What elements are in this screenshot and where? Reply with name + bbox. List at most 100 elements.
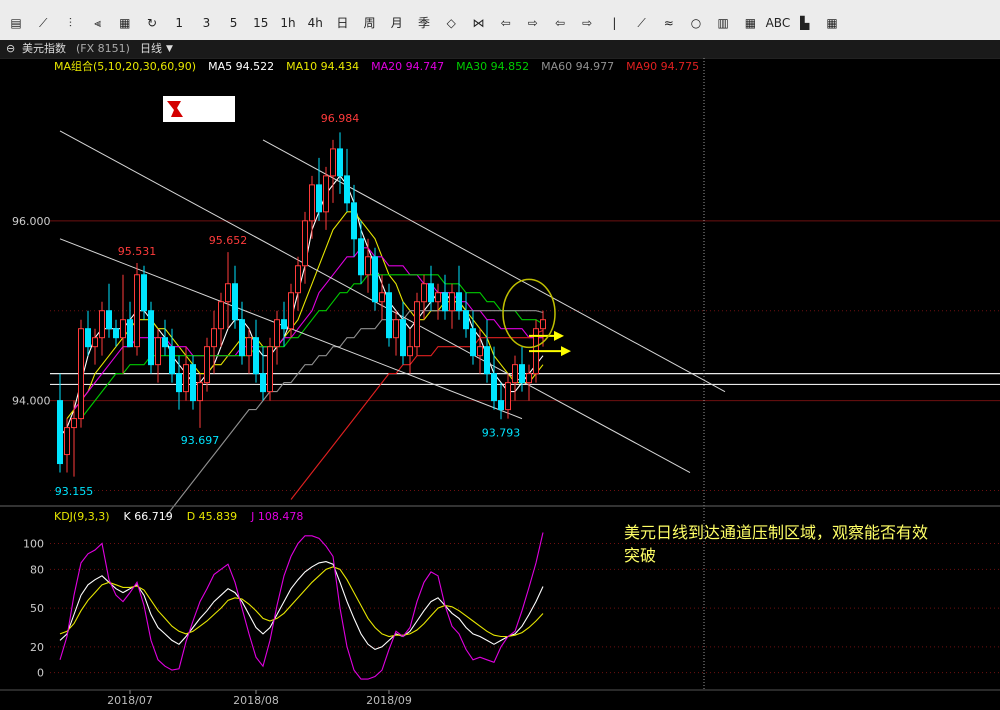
toolbar-period-周[interactable]: 周 bbox=[358, 0, 382, 40]
candle-body[interactable] bbox=[85, 328, 91, 348]
candle-body[interactable] bbox=[442, 292, 448, 312]
histogram-icon[interactable]: ▙ bbox=[793, 0, 817, 40]
toolbar-period-季[interactable]: 季 bbox=[412, 0, 436, 40]
toolbar-period-日[interactable]: 日 bbox=[330, 0, 354, 40]
line-chart-icon[interactable]: ⟋ bbox=[31, 0, 55, 40]
candle-body[interactable] bbox=[393, 319, 399, 339]
candle-body[interactable] bbox=[141, 274, 147, 312]
candle-body[interactable] bbox=[127, 319, 133, 348]
candle-body[interactable] bbox=[113, 328, 119, 339]
candle-body[interactable] bbox=[71, 418, 77, 429]
candle-body[interactable] bbox=[428, 283, 434, 303]
candle-body[interactable] bbox=[162, 337, 168, 348]
grid-icon[interactable]: ▦ bbox=[738, 0, 762, 40]
candle-body[interactable] bbox=[204, 346, 210, 384]
chart-area[interactable]: 94.000 96.000 96.984 95.531 95.652 93.697 93.7… bbox=[0, 58, 1000, 710]
candle-body[interactable] bbox=[92, 337, 98, 348]
candle-body[interactable] bbox=[134, 274, 140, 348]
candle-body[interactable] bbox=[211, 328, 217, 348]
candle-body[interactable] bbox=[491, 373, 497, 402]
candle-body[interactable] bbox=[470, 328, 476, 357]
candle-body[interactable] bbox=[484, 346, 490, 375]
candle-body[interactable] bbox=[78, 328, 84, 420]
candle-body[interactable] bbox=[414, 301, 420, 348]
candle-body[interactable] bbox=[253, 337, 259, 375]
symbol-name[interactable]: 美元指数 bbox=[22, 40, 66, 58]
trendline-icon[interactable]: ⟋ bbox=[630, 0, 654, 40]
candle-body[interactable] bbox=[477, 346, 483, 357]
bowtie-icon[interactable]: ⋈ bbox=[466, 0, 490, 40]
toolbar-period-4h[interactable]: 4h bbox=[303, 0, 327, 40]
toolbar-period-15[interactable]: 15 bbox=[249, 0, 273, 40]
candle-body[interactable] bbox=[323, 175, 329, 213]
candle-body[interactable] bbox=[281, 319, 287, 330]
candle-body[interactable] bbox=[274, 319, 280, 348]
candle-body[interactable] bbox=[225, 283, 231, 303]
candle-body[interactable] bbox=[512, 364, 518, 384]
candle-body[interactable] bbox=[379, 292, 385, 303]
candle-body[interactable] bbox=[155, 337, 161, 366]
candle-body[interactable] bbox=[232, 283, 238, 321]
table-icon[interactable]: ▦ bbox=[113, 0, 137, 40]
toolbar-period-3[interactable]: 3 bbox=[194, 0, 218, 40]
circle-icon[interactable]: ○ bbox=[684, 0, 708, 40]
candle-body[interactable] bbox=[106, 310, 112, 330]
candle-body[interactable] bbox=[505, 382, 511, 411]
arrow-right-icon[interactable]: ⇨ bbox=[521, 0, 545, 40]
toolbar-period-5[interactable]: 5 bbox=[222, 0, 246, 40]
chevron-down-icon[interactable]: ▼ bbox=[166, 40, 173, 58]
candle-body[interactable] bbox=[197, 382, 203, 402]
arrow-right-icon[interactable]: ⇨ bbox=[575, 0, 599, 40]
arrow-left-icon[interactable]: ⇦ bbox=[494, 0, 518, 40]
candle-body[interactable] bbox=[190, 364, 196, 402]
vline-icon[interactable]: | bbox=[602, 0, 626, 40]
candle-body[interactable] bbox=[120, 319, 126, 339]
candle-body[interactable] bbox=[246, 337, 252, 357]
candle-body[interactable] bbox=[288, 292, 294, 330]
candle-body[interactable] bbox=[267, 346, 273, 393]
candle-body[interactable] bbox=[519, 364, 525, 384]
candle-body[interactable] bbox=[449, 292, 455, 312]
candle-body[interactable] bbox=[344, 175, 350, 204]
candlestick-icon[interactable]: ⫶ bbox=[58, 0, 82, 40]
grid-icon[interactable]: ▦ bbox=[820, 0, 844, 40]
candle-body[interactable] bbox=[372, 256, 378, 303]
candle-body[interactable] bbox=[309, 184, 315, 222]
toolbar-period-1h[interactable]: 1h bbox=[276, 0, 300, 40]
wave-icon[interactable]: ≈ bbox=[657, 0, 681, 40]
grid-icon[interactable]: ▤ bbox=[4, 0, 28, 40]
candle-body[interactable] bbox=[351, 202, 357, 240]
candle-body[interactable] bbox=[463, 310, 469, 330]
candle-body[interactable] bbox=[260, 373, 266, 393]
candle-body[interactable] bbox=[386, 292, 392, 339]
bars-icon[interactable]: ▥ bbox=[711, 0, 735, 40]
toolbar-period-月[interactable]: 月 bbox=[385, 0, 409, 40]
candle-body[interactable] bbox=[57, 400, 63, 465]
arrow-left-icon[interactable]: ⇦ bbox=[548, 0, 572, 40]
candle-body[interactable] bbox=[330, 148, 336, 177]
candle-body[interactable] bbox=[421, 283, 427, 303]
candle-body[interactable] bbox=[498, 400, 504, 411]
candle-body[interactable] bbox=[64, 427, 70, 456]
bar-icon[interactable]: ⫷ bbox=[86, 0, 110, 40]
candle-body[interactable] bbox=[302, 220, 308, 267]
candle-body[interactable] bbox=[358, 238, 364, 276]
candle-body[interactable] bbox=[407, 346, 413, 357]
candle-body[interactable] bbox=[316, 184, 322, 213]
candle-body[interactable] bbox=[176, 373, 182, 393]
collapse-icon[interactable]: ⊖ bbox=[6, 40, 15, 58]
candle-body[interactable] bbox=[183, 364, 189, 393]
candle-body[interactable] bbox=[169, 346, 175, 375]
candle-body[interactable] bbox=[540, 319, 546, 330]
candle-body[interactable] bbox=[218, 301, 224, 330]
refresh-icon[interactable]: ↻ bbox=[140, 0, 164, 40]
candle-body[interactable] bbox=[148, 310, 154, 366]
candle-body[interactable] bbox=[239, 319, 245, 357]
candle-body[interactable] bbox=[526, 373, 532, 384]
candle-body[interactable] bbox=[337, 148, 343, 177]
candle-body[interactable] bbox=[99, 310, 105, 339]
diamond-icon[interactable]: ◇ bbox=[439, 0, 463, 40]
candle-body[interactable] bbox=[435, 292, 441, 303]
candle-body[interactable] bbox=[295, 265, 301, 294]
period-selector[interactable]: 日线 bbox=[140, 40, 162, 58]
